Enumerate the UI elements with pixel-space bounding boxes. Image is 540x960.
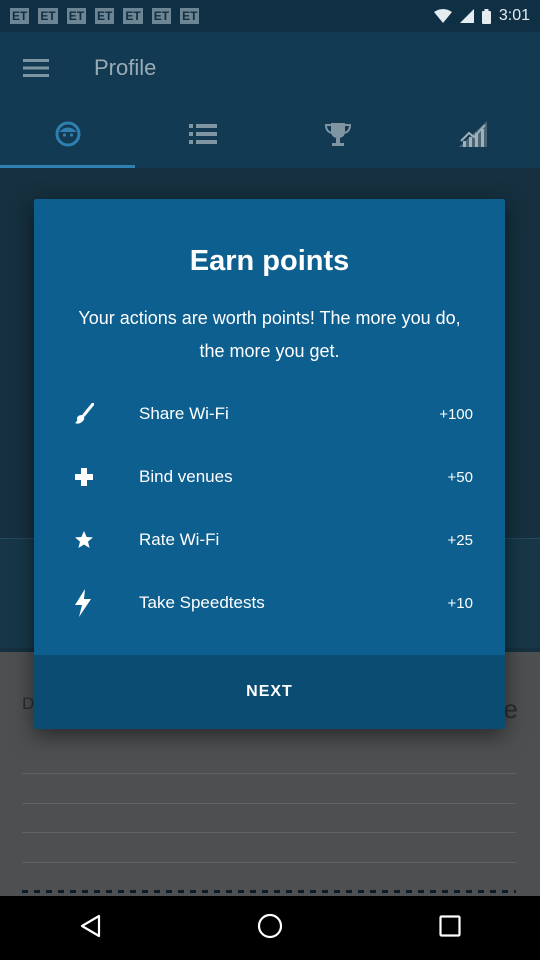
notification-icon: ET (95, 8, 115, 24)
action-label: Take Speedtests (139, 593, 265, 612)
action-row-share-wifi: Share Wi-Fi +100 (34, 394, 505, 434)
back-triangle-icon (79, 914, 101, 943)
action-row-bind-venues: Bind venues +50 (34, 457, 505, 497)
cell-signal-icon (459, 9, 474, 23)
tab-list[interactable] (135, 104, 270, 168)
star-icon (74, 530, 116, 550)
wifi-icon (433, 9, 452, 23)
notification-icon: ET (10, 8, 30, 24)
notification-icon: ET (123, 8, 143, 24)
trophy-icon (324, 121, 351, 152)
action-row-speedtests: Take Speedtests +10 (34, 583, 505, 623)
app-bar: Profile (0, 32, 540, 104)
plus-icon (74, 467, 116, 487)
home-circle-icon (257, 913, 283, 944)
notification-icon: ET (66, 8, 87, 24)
tab-achievements[interactable] (270, 104, 405, 168)
page-title: Profile (94, 55, 157, 80)
recents-square-icon (439, 914, 461, 942)
lightning-icon (74, 589, 116, 617)
tab-profile[interactable] (0, 104, 135, 168)
divider (22, 803, 516, 804)
dialog-description: Your actions are worth points! The more … (78, 308, 461, 361)
system-nav-bar (0, 896, 540, 960)
action-label: Share Wi-Fi (139, 404, 229, 423)
brush-icon (74, 403, 116, 425)
action-row-rate-wifi: Rate Wi-Fi +25 (34, 520, 505, 560)
tab-bar (0, 104, 540, 168)
notification-icon: ET (151, 8, 172, 24)
earn-points-dialog: Earn points Your actions are worth point… (34, 199, 505, 729)
action-points: +25 (447, 531, 473, 549)
action-points: +50 (447, 468, 473, 486)
status-bar: ET ET ET ET ET ET ET 3:01 (0, 0, 540, 32)
background-text: D (22, 694, 35, 713)
list-icon (188, 123, 217, 149)
dialog-footer: NEXT (34, 655, 505, 729)
battery-icon (481, 8, 491, 24)
action-points: +10 (447, 594, 473, 612)
hamburger-menu-icon[interactable] (0, 32, 72, 104)
divider (22, 862, 516, 863)
divider (22, 832, 516, 833)
action-points: +100 (439, 405, 473, 423)
face-icon (55, 121, 81, 152)
home-button[interactable] (240, 898, 300, 958)
dotted-divider (22, 890, 516, 893)
clock-time: 3:01 (498, 7, 530, 24)
tab-stats[interactable] (405, 104, 540, 168)
divider (22, 773, 516, 774)
dialog-title: Earn points (189, 245, 350, 277)
recents-button[interactable] (420, 898, 480, 958)
action-label: Bind venues (139, 467, 233, 486)
notification-icon: ET (38, 8, 58, 24)
next-button[interactable]: NEXT (34, 655, 505, 729)
back-button[interactable] (60, 898, 120, 958)
signal-chart-icon (458, 120, 487, 152)
notification-icons: ET ET ET ET ET ET ET (10, 8, 200, 24)
action-label: Rate Wi-Fi (139, 530, 220, 549)
notification-icon: ET (180, 8, 200, 24)
